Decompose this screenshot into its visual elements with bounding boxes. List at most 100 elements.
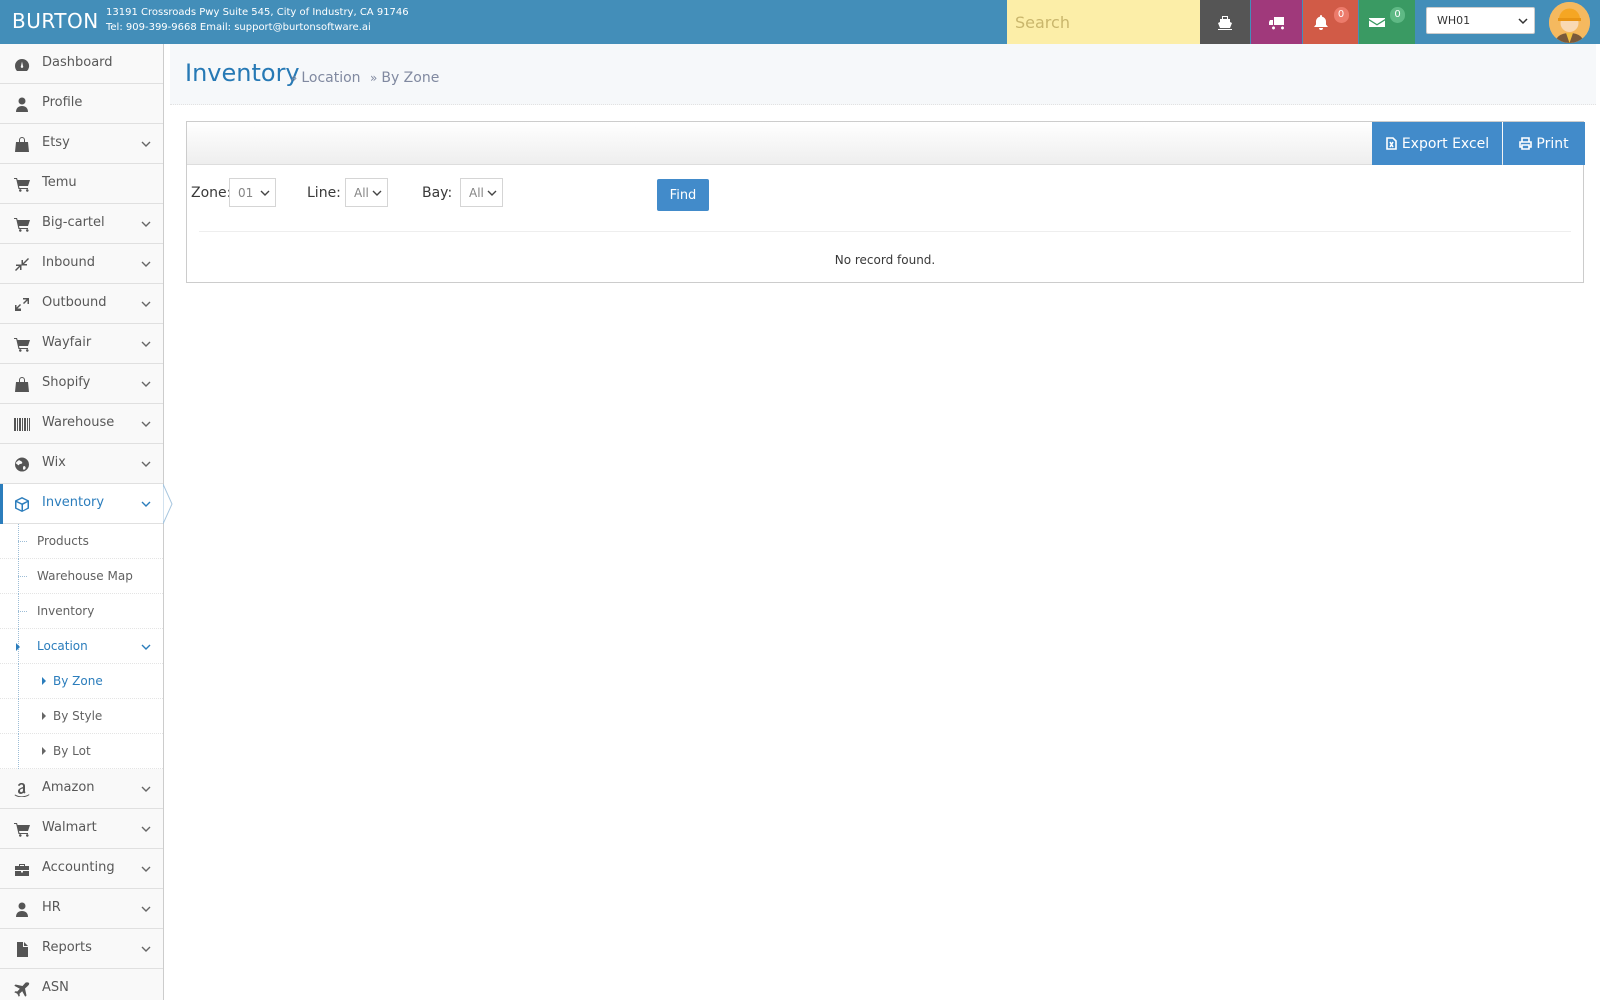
line-select[interactable]: All bbox=[345, 178, 388, 207]
panel-toolbar: Export Excel Print bbox=[187, 122, 1585, 165]
sidebar-item-amazon[interactable]: Amazon bbox=[0, 769, 163, 809]
sidebar-item-accounting[interactable]: Accounting bbox=[0, 849, 163, 889]
truck-icon bbox=[1268, 17, 1284, 30]
submenu-item-products[interactable]: Products bbox=[0, 524, 163, 559]
amazon-icon bbox=[14, 782, 30, 798]
print-button[interactable]: Print bbox=[1503, 122, 1585, 165]
submenu-item-by-zone[interactable]: By Zone bbox=[0, 664, 163, 699]
search-panel: Export Excel Print Zone: 01 Line: All Ba… bbox=[186, 121, 1585, 283]
sidebar-item-outbound[interactable]: Outbound bbox=[0, 284, 163, 324]
sidebar: Dashboard Profile Etsy Temu Big-cartel I… bbox=[0, 44, 173, 1000]
search-input[interactable] bbox=[1007, 0, 1200, 44]
ship-button[interactable] bbox=[1200, 0, 1250, 44]
chevron-down-icon bbox=[140, 378, 152, 390]
zone-label: Zone: bbox=[191, 185, 232, 201]
sidebar-item-inbound[interactable]: Inbound bbox=[0, 244, 163, 284]
submenu-item-location[interactable]: Location bbox=[0, 629, 163, 664]
sidebar-item-walmart[interactable]: Walmart bbox=[0, 809, 163, 849]
submenu-item-by-lot[interactable]: By Lot bbox=[0, 734, 163, 769]
submenu-item-label: By Zone bbox=[53, 674, 103, 688]
sidebar-item-temu[interactable]: Temu bbox=[0, 164, 163, 204]
page-header: Inventory » Location » By Zone bbox=[170, 44, 1596, 105]
truck-button[interactable] bbox=[1251, 0, 1302, 44]
breadcrumb-label: Location bbox=[301, 70, 361, 86]
user-icon bbox=[14, 97, 30, 112]
submenu-item-warehouse-map[interactable]: Warehouse Map bbox=[0, 559, 163, 594]
user-avatar[interactable] bbox=[1549, 2, 1590, 43]
warehouse-select[interactable]: WH01 bbox=[1426, 7, 1535, 34]
sidebar-item-label: Amazon bbox=[42, 780, 95, 795]
bay-label: Bay: bbox=[422, 185, 453, 201]
chevron-down-icon bbox=[140, 641, 152, 653]
submenu-item-label: Warehouse Map bbox=[37, 569, 133, 583]
company-info: 13191 Crossroads Pwy Suite 545, City of … bbox=[106, 5, 409, 35]
chevron-down-icon bbox=[487, 190, 497, 196]
barcode-icon bbox=[14, 417, 30, 432]
cart-icon bbox=[14, 337, 30, 352]
breadcrumb-label: By Zone bbox=[381, 70, 440, 86]
zone-select[interactable]: 01 bbox=[229, 178, 276, 207]
sidebar-item-shopify[interactable]: Shopify bbox=[0, 364, 163, 404]
active-arrow-icon bbox=[163, 484, 173, 524]
find-button[interactable]: Find bbox=[657, 179, 709, 211]
submenu-item-label: By Style bbox=[53, 709, 103, 723]
dashboard-icon bbox=[14, 57, 30, 72]
notifications-button[interactable]: 0 bbox=[1303, 0, 1358, 44]
chevron-down-icon bbox=[140, 903, 152, 915]
sidebar-item-etsy[interactable]: Etsy bbox=[0, 124, 163, 164]
sidebar-item-label: Dashboard bbox=[42, 55, 113, 70]
export-excel-label: Export Excel bbox=[1401, 135, 1490, 152]
sidebar-item-label: Etsy bbox=[42, 135, 70, 150]
globe-icon bbox=[14, 457, 30, 472]
brand-logo[interactable]: BURTON bbox=[12, 9, 99, 33]
sidebar-item-label: Outbound bbox=[42, 295, 107, 310]
briefcase-icon bbox=[14, 862, 30, 877]
line-select-value: All bbox=[354, 186, 369, 200]
empty-state-message: No record found. bbox=[834, 253, 936, 267]
chevron-down-icon bbox=[372, 190, 382, 196]
sidebar-item-inventory[interactable]: Inventory bbox=[0, 484, 173, 524]
sidebar-item-label: Wayfair bbox=[42, 335, 92, 350]
submenu-item-label: Products bbox=[37, 534, 89, 548]
breadcrumb-location[interactable]: » Location bbox=[290, 70, 361, 86]
messages-button[interactable]: 0 bbox=[1359, 0, 1415, 44]
chevron-down-icon bbox=[140, 943, 152, 955]
sidebar-item-wayfair[interactable]: Wayfair bbox=[0, 324, 163, 364]
sidebar-item-label: HR bbox=[42, 900, 61, 915]
export-excel-button[interactable]: Export Excel bbox=[1372, 122, 1502, 165]
sidebar-item-label: Wix bbox=[42, 455, 66, 470]
chevron-down-icon bbox=[140, 298, 152, 310]
sidebar-item-big-cartel[interactable]: Big-cartel bbox=[0, 204, 163, 244]
company-address: 13191 Crossroads Pwy Suite 545, City of … bbox=[106, 7, 409, 18]
zone-select-value: 01 bbox=[238, 186, 254, 200]
sidebar-item-warehouse[interactable]: Warehouse bbox=[0, 404, 163, 444]
caret-right-icon bbox=[42, 712, 46, 720]
submenu-item-label: Location bbox=[37, 639, 88, 653]
sidebar-item-profile[interactable]: Profile bbox=[0, 84, 163, 124]
user-icon bbox=[14, 902, 30, 917]
bay-select[interactable]: All bbox=[460, 178, 503, 207]
compress-icon bbox=[14, 257, 30, 272]
ship-icon bbox=[1218, 16, 1232, 30]
sidebar-item-wix[interactable]: Wix bbox=[0, 444, 163, 484]
caret-right-icon bbox=[16, 643, 20, 651]
cart-icon bbox=[14, 177, 30, 192]
sidebar-item-label: Inventory bbox=[42, 495, 105, 510]
caret-right-icon bbox=[42, 747, 46, 755]
shopping-bag-icon bbox=[14, 377, 30, 392]
sidebar-item-reports[interactable]: Reports bbox=[0, 929, 163, 969]
envelope-icon bbox=[1369, 18, 1385, 27]
sidebar-item-label: Profile bbox=[42, 95, 83, 110]
notifications-badge: 0 bbox=[1333, 7, 1349, 23]
print-label: Print bbox=[1536, 135, 1569, 152]
submenu-item-inventory[interactable]: Inventory bbox=[0, 594, 163, 629]
sidebar-item-dashboard[interactable]: Dashboard bbox=[0, 44, 163, 84]
breadcrumb-by-zone: » By Zone bbox=[370, 70, 439, 86]
cube-icon bbox=[14, 497, 30, 512]
cart-icon bbox=[14, 217, 30, 232]
sidebar-item-hr[interactable]: HR bbox=[0, 889, 163, 929]
file-icon bbox=[14, 942, 30, 957]
worker-avatar-icon bbox=[1549, 2, 1590, 43]
submenu-item-by-style[interactable]: By Style bbox=[0, 699, 163, 734]
sidebar-item-asn[interactable]: ASN bbox=[0, 969, 163, 1000]
